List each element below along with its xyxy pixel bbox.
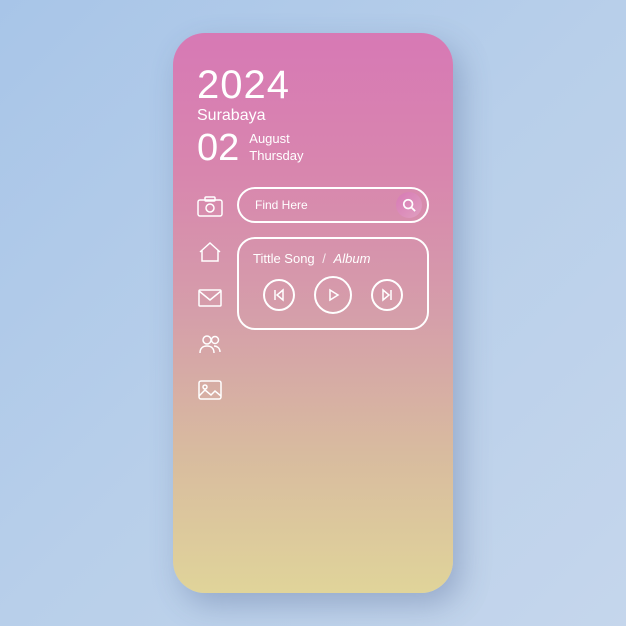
date-row: 02 August Thursday xyxy=(197,129,429,167)
home-icon[interactable] xyxy=(197,241,223,263)
next-button[interactable] xyxy=(371,279,403,311)
month-text: August xyxy=(249,131,303,148)
skip-forward-icon xyxy=(380,288,394,302)
song-title: Tittle Song xyxy=(253,251,315,266)
album-name: Album xyxy=(334,251,371,266)
previous-button[interactable] xyxy=(263,279,295,311)
weekday-text: Thursday xyxy=(249,148,303,165)
city-text: Surabaya xyxy=(197,107,429,125)
main-widgets: Find Here Tittle Song / Album xyxy=(237,187,429,401)
play-icon xyxy=(325,287,341,303)
music-controls xyxy=(253,276,413,314)
phone-frame: 2024 Surabaya 02 August Thursday xyxy=(173,33,453,593)
music-widget: Tittle Song / Album xyxy=(237,237,429,330)
content-area: Find Here Tittle Song / Album xyxy=(197,187,429,401)
date-widget: 2024 Surabaya 02 August Thursday xyxy=(197,65,429,167)
search-button[interactable] xyxy=(396,192,422,218)
play-button[interactable] xyxy=(314,276,352,314)
month-weekday: August Thursday xyxy=(249,131,303,165)
camera-icon[interactable] xyxy=(197,195,223,217)
skip-back-icon xyxy=(272,288,286,302)
contacts-icon[interactable] xyxy=(197,333,223,355)
gallery-icon[interactable] xyxy=(197,379,223,401)
app-sidebar xyxy=(197,187,223,401)
mail-icon[interactable] xyxy=(197,287,223,309)
year-text: 2024 xyxy=(197,65,429,105)
search-placeholder: Find Here xyxy=(255,198,388,212)
music-title-row: Tittle Song / Album xyxy=(253,251,413,266)
title-separator: / xyxy=(322,251,326,266)
search-icon xyxy=(402,198,416,212)
day-number: 02 xyxy=(197,129,239,167)
search-bar[interactable]: Find Here xyxy=(237,187,429,223)
